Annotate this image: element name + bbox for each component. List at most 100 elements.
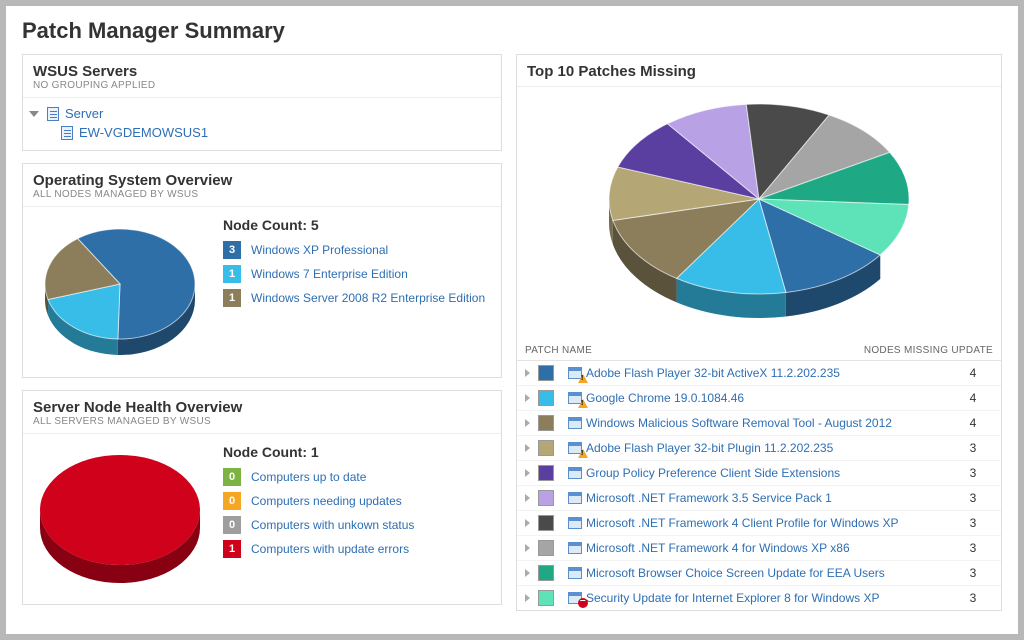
legend-count: 0 bbox=[223, 468, 241, 486]
color-swatch bbox=[538, 590, 554, 606]
legend-count: 0 bbox=[223, 492, 241, 510]
legend-item[interactable]: 1 Windows Server 2008 R2 Enterprise Editi… bbox=[223, 289, 489, 307]
package-icon bbox=[568, 542, 582, 554]
patch-name-link[interactable]: Adobe Flash Player 32-bit ActiveX 11.2.2… bbox=[586, 366, 953, 380]
package-icon bbox=[568, 392, 582, 404]
patch-name-link[interactable]: Adobe Flash Player 32-bit Plugin 11.2.20… bbox=[586, 441, 953, 455]
os-node-count: Node Count: 5 bbox=[223, 217, 489, 233]
expand-icon[interactable] bbox=[525, 469, 530, 477]
os-pie-chart bbox=[35, 217, 205, 367]
patch-row: Windows Malicious Software Removal Tool … bbox=[517, 411, 1001, 436]
legend-label[interactable]: Windows XP Professional bbox=[251, 243, 388, 257]
legend-item[interactable]: 0 Computers needing updates bbox=[223, 492, 489, 510]
patch-name-link[interactable]: Google Chrome 19.0.1084.46 bbox=[586, 391, 953, 405]
legend-item[interactable]: 0 Computers with unkown status bbox=[223, 516, 489, 534]
health-pie-chart bbox=[35, 444, 205, 594]
health-node-count: Node Count: 1 bbox=[223, 444, 489, 460]
expand-icon[interactable] bbox=[525, 419, 530, 427]
legend-count: 0 bbox=[223, 516, 241, 534]
top-patches-panel: Top 10 Patches Missing PATCH NAME NODES … bbox=[516, 54, 1002, 611]
patch-row: Adobe Flash Player 32-bit ActiveX 11.2.2… bbox=[517, 361, 1001, 386]
package-icon bbox=[568, 467, 582, 479]
legend-label[interactable]: Computers needing updates bbox=[251, 494, 402, 508]
patch-missing-count: 3 bbox=[953, 566, 993, 580]
package-icon bbox=[568, 367, 582, 379]
tree-child-row[interactable]: EW-VGDEMOWSUS1 bbox=[29, 123, 495, 142]
patch-missing-count: 3 bbox=[953, 441, 993, 455]
patch-missing-count: 3 bbox=[953, 491, 993, 505]
package-icon bbox=[568, 517, 582, 529]
color-swatch bbox=[538, 540, 554, 556]
expand-icon[interactable] bbox=[525, 494, 530, 502]
color-swatch bbox=[538, 365, 554, 381]
legend-count: 1 bbox=[223, 289, 241, 307]
color-swatch bbox=[538, 390, 554, 406]
patch-row: Security Update for Internet Explorer 8 … bbox=[517, 586, 1001, 610]
expand-icon[interactable] bbox=[525, 519, 530, 527]
top-patches-title: Top 10 Patches Missing bbox=[527, 63, 991, 80]
patch-row: Microsoft .NET Framework 3.5 Service Pac… bbox=[517, 486, 1001, 511]
patch-name-link[interactable]: Group Policy Preference Client Side Exte… bbox=[586, 466, 953, 480]
expand-icon[interactable] bbox=[525, 594, 530, 602]
color-swatch bbox=[538, 565, 554, 581]
os-overview-panel: Operating System Overview ALL NODES MANA… bbox=[22, 163, 502, 378]
patch-name-link[interactable]: Microsoft .NET Framework 4 for Windows X… bbox=[586, 541, 953, 555]
patch-missing-count: 3 bbox=[953, 516, 993, 530]
patch-missing-count: 4 bbox=[953, 391, 993, 405]
tree-root-label[interactable]: Server bbox=[65, 106, 103, 121]
wsus-title: WSUS Servers bbox=[33, 63, 491, 80]
expand-icon[interactable] bbox=[525, 394, 530, 402]
page-title: Patch Manager Summary bbox=[22, 18, 1002, 44]
legend-item[interactable]: 0 Computers up to date bbox=[223, 468, 489, 486]
color-swatch bbox=[538, 465, 554, 481]
warning-badge-icon bbox=[578, 449, 588, 458]
legend-item[interactable]: 1 Computers with update errors bbox=[223, 540, 489, 558]
color-swatch bbox=[538, 415, 554, 431]
patch-name-link[interactable]: Security Update for Internet Explorer 8 … bbox=[586, 591, 953, 605]
patch-row: Microsoft Browser Choice Screen Update f… bbox=[517, 561, 1001, 586]
legend-label[interactable]: Windows 7 Enterprise Edition bbox=[251, 267, 408, 281]
col-patch-name: PATCH NAME bbox=[525, 345, 864, 356]
expand-icon[interactable] bbox=[525, 569, 530, 577]
package-icon bbox=[568, 567, 582, 579]
patch-name-link[interactable]: Microsoft Browser Choice Screen Update f… bbox=[586, 566, 953, 580]
os-title: Operating System Overview bbox=[33, 172, 491, 189]
package-icon bbox=[568, 492, 582, 504]
health-title: Server Node Health Overview bbox=[33, 399, 491, 416]
warning-badge-icon bbox=[578, 399, 588, 408]
legend-label[interactable]: Computers up to date bbox=[251, 470, 366, 484]
health-subtitle: ALL SERVERS MANAGED BY WSUS bbox=[33, 416, 491, 427]
expand-icon[interactable] bbox=[525, 444, 530, 452]
tree-root-row[interactable]: Server bbox=[29, 104, 495, 123]
legend-count: 3 bbox=[223, 241, 241, 259]
patch-name-link[interactable]: Microsoft .NET Framework 3.5 Service Pac… bbox=[586, 491, 953, 505]
package-icon bbox=[568, 417, 582, 429]
legend-item[interactable]: 3 Windows XP Professional bbox=[223, 241, 489, 259]
legend-count: 1 bbox=[223, 540, 241, 558]
patch-row: Adobe Flash Player 32-bit Plugin 11.2.20… bbox=[517, 436, 1001, 461]
tree-child-label[interactable]: EW-VGDEMOWSUS1 bbox=[79, 125, 208, 140]
color-swatch bbox=[538, 490, 554, 506]
wsus-subtitle: NO GROUPING APPLIED bbox=[33, 80, 491, 91]
patch-row: Group Policy Preference Client Side Exte… bbox=[517, 461, 1001, 486]
legend-label[interactable]: Computers with unkown status bbox=[251, 518, 414, 532]
col-nodes-missing: NODES MISSING UPDATE bbox=[864, 345, 993, 356]
server-icon bbox=[61, 126, 73, 140]
patch-missing-count: 3 bbox=[953, 591, 993, 605]
package-icon bbox=[568, 442, 582, 454]
expand-icon[interactable] bbox=[525, 544, 530, 552]
patch-missing-count: 4 bbox=[953, 416, 993, 430]
legend-label[interactable]: Windows Server 2008 R2 Enterprise Editio… bbox=[251, 291, 485, 305]
server-group-icon bbox=[47, 107, 59, 121]
error-badge-icon bbox=[578, 598, 588, 608]
legend-label[interactable]: Computers with update errors bbox=[251, 542, 409, 556]
expand-icon[interactable] bbox=[525, 369, 530, 377]
patch-row: Microsoft .NET Framework 4 Client Profil… bbox=[517, 511, 1001, 536]
patch-name-link[interactable]: Windows Malicious Software Removal Tool … bbox=[586, 416, 953, 430]
legend-item[interactable]: 1Windows 7 Enterprise Edition bbox=[223, 265, 489, 283]
patch-row: Microsoft .NET Framework 4 for Windows X… bbox=[517, 536, 1001, 561]
patch-name-link[interactable]: Microsoft .NET Framework 4 Client Profil… bbox=[586, 516, 953, 530]
chevron-down-icon[interactable] bbox=[29, 111, 39, 117]
warning-badge-icon bbox=[578, 374, 588, 383]
patch-row: Google Chrome 19.0.1084.464 bbox=[517, 386, 1001, 411]
